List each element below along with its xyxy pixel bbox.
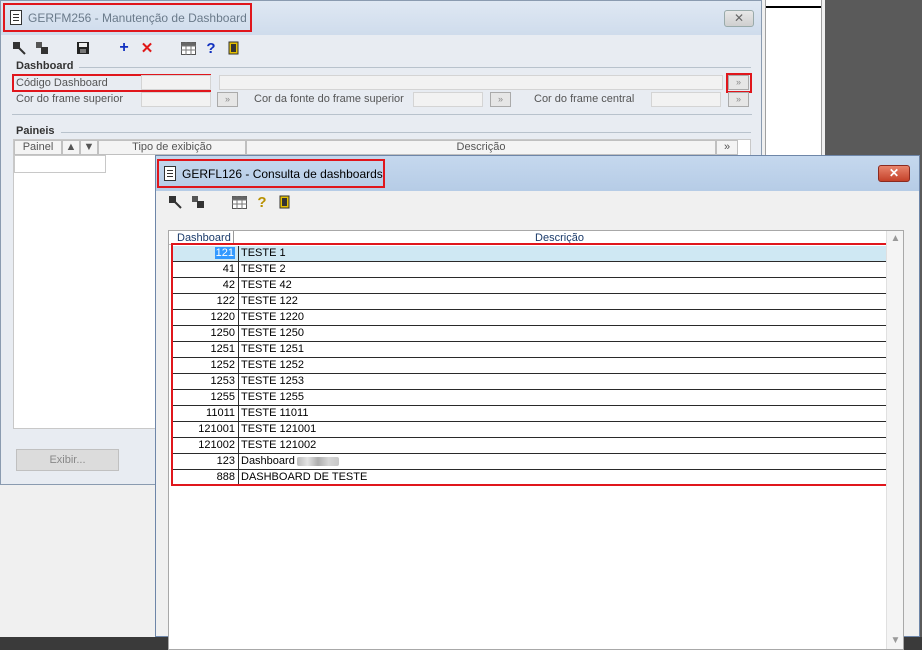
paineis-first-cell[interactable] [14, 155, 106, 173]
delete-icon[interactable]: ✕ [139, 40, 155, 57]
last-record-icon[interactable] [190, 194, 206, 210]
scroll-up-icon[interactable]: ▲ [887, 231, 904, 247]
consulta-title-highlight: GERFL126 - Consulta de dashboards [157, 159, 385, 188]
sort-down-icon[interactable]: ▼ [80, 140, 98, 155]
cor-central-label: Cor do frame central [534, 93, 635, 105]
list-scrollbar[interactable]: ▲ ▼ [886, 231, 903, 649]
exit-door-icon[interactable] [277, 194, 293, 210]
exibir-button[interactable]: Exibir... [16, 449, 119, 471]
first-record-icon[interactable] [167, 194, 183, 210]
consulta-dialog: GERFL126 - Consulta de dashboards ✕ ? Da… [155, 155, 920, 650]
maintenance-title-highlight: GERFM256 - Manutenção de Dashboard [3, 3, 252, 32]
cor-fonte-button[interactable]: » [490, 92, 511, 107]
maintenance-title: GERFM256 - Manutenção de Dashboard [28, 10, 247, 25]
cor-central-button[interactable]: » [728, 92, 749, 107]
lookup-button-highlight [726, 73, 752, 93]
col-painel-header[interactable]: Painel [14, 140, 62, 155]
cor-superior-button[interactable]: » [217, 92, 238, 107]
col-descricao-header[interactable]: Descrição [246, 140, 716, 155]
add-icon[interactable]: + [116, 39, 132, 56]
cor-central-input[interactable] [651, 92, 721, 107]
last-record-icon[interactable] [34, 40, 50, 56]
maintenance-toolbar: + ✕ ? [1, 38, 249, 58]
maintenance-titlebar: GERFM256 - Manutenção de Dashboard ✕ [1, 1, 761, 35]
cor-fonte-label: Cor da fonte do frame superior [254, 93, 404, 105]
consulta-titlebar: GERFL126 - Consulta de dashboards ✕ [156, 156, 919, 191]
consulta-title: GERFL126 - Consulta de dashboards [182, 166, 383, 181]
section-divider [12, 114, 752, 115]
grid-icon[interactable] [180, 40, 196, 56]
dashboard-description-input[interactable] [219, 75, 723, 90]
cor-superior-label: Cor do frame superior [16, 93, 123, 105]
consulta-body: ? Dashboard Descrição 121 TESTE 1 41 TESTE… [156, 191, 919, 650]
side-panel-topbar [766, 0, 821, 8]
save-icon[interactable] [75, 40, 91, 56]
maintenance-close-button[interactable]: ✕ [724, 10, 754, 27]
dashboard-group-label: Dashboard [16, 60, 74, 72]
paineis-divider [61, 132, 751, 133]
rows-highlight [171, 243, 891, 486]
group-divider [79, 67, 751, 68]
scroll-down-icon[interactable]: ▼ [887, 633, 904, 649]
exit-door-icon[interactable] [226, 40, 242, 56]
codigo-dashboard-input[interactable] [141, 75, 211, 90]
grid-icon[interactable] [231, 194, 247, 210]
consulta-toolbar: ? [157, 192, 300, 212]
first-record-icon[interactable] [11, 40, 27, 56]
consulta-close-button[interactable]: ✕ [878, 165, 910, 182]
sort-up-icon[interactable]: ▲ [62, 140, 80, 155]
cor-superior-input[interactable] [141, 92, 211, 107]
help-icon[interactable]: ? [203, 40, 219, 57]
document-icon [164, 166, 176, 181]
grid-lookup-button[interactable]: » [716, 140, 738, 155]
col-tipo-header[interactable]: Tipo de exibição [98, 140, 246, 155]
paineis-group-label: Paineis [16, 125, 55, 137]
dashboards-list: Dashboard Descrição 121 TESTE 1 41 TESTE 2… [168, 230, 904, 650]
document-icon [10, 10, 22, 25]
help-icon[interactable]: ? [254, 194, 270, 211]
cor-fonte-input[interactable] [413, 92, 483, 107]
